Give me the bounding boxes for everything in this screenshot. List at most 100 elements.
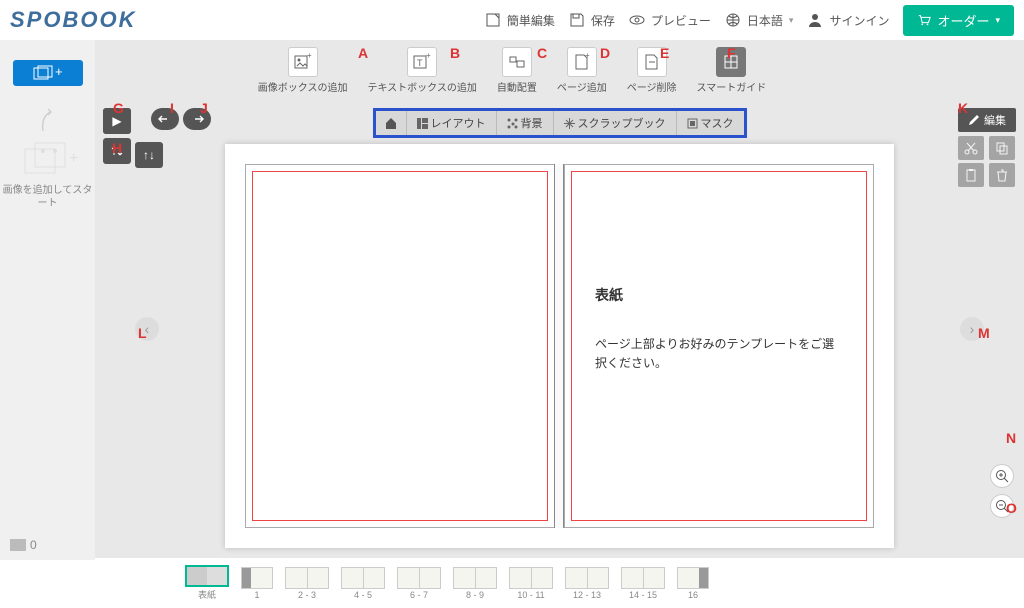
- main-toolbar: + 画像ボックスの追加 T+ テキストボックスの追加 自動配置 + ページ追加 …: [0, 40, 1024, 100]
- image-icon: [10, 539, 26, 551]
- preview-button[interactable]: プレビュー: [629, 12, 711, 29]
- tab-background[interactable]: 背景: [497, 111, 554, 135]
- page-thumbnails: 表紙 1 2 - 3 4 - 5 6 - 7 8 - 9 10 - 11 12 …: [95, 558, 1024, 608]
- eye-icon: [629, 12, 645, 28]
- globe-icon: [725, 12, 741, 28]
- annotation-D: D: [600, 45, 610, 61]
- thumb-1[interactable]: 1: [241, 567, 273, 600]
- home-icon: [384, 116, 398, 130]
- logo: SPOBOOK: [10, 7, 136, 33]
- zoom-in-button[interactable]: [990, 464, 1014, 488]
- thumb-12-13[interactable]: 12 - 13: [565, 567, 609, 600]
- save-button[interactable]: 保存: [569, 12, 615, 29]
- annotation-I: I: [170, 100, 174, 116]
- annotation-O: O: [1006, 500, 1017, 516]
- chevron-down-icon: ▾: [789, 15, 794, 26]
- swap-button[interactable]: ↑↓: [135, 142, 163, 168]
- curved-arrow-icon: [33, 106, 63, 136]
- tab-scrapbook[interactable]: スクラップブック: [554, 111, 677, 135]
- cover-title: 表紙: [595, 285, 843, 305]
- language-selector[interactable]: 日本語 ▾: [725, 12, 794, 29]
- thumb-16[interactable]: 16: [677, 567, 709, 600]
- cut-button[interactable]: [958, 136, 984, 160]
- page-canvas[interactable]: 表紙 ページ上部よりお好みのテンプレートをご選択ください。: [225, 144, 894, 548]
- left-page[interactable]: [245, 164, 554, 528]
- tool-label: 自動配置: [497, 79, 537, 94]
- thumb-cover[interactable]: 表紙: [185, 565, 229, 601]
- thumb-6-7[interactable]: 6 - 7: [397, 567, 441, 600]
- image-plus-icon: +: [294, 53, 312, 71]
- layout-icon: [417, 118, 428, 129]
- annotation-G: G: [113, 100, 124, 116]
- tab-home[interactable]: [376, 111, 407, 135]
- thumb-10-11[interactable]: 10 - 11: [509, 567, 553, 600]
- page-plus-icon: +: [573, 53, 591, 71]
- undo-button[interactable]: [151, 108, 179, 130]
- thumb-label: 表紙: [198, 588, 216, 601]
- zoom-in-icon: [995, 469, 1009, 483]
- paste-button[interactable]: [958, 163, 984, 187]
- tab-label: スクラップブック: [578, 115, 666, 131]
- edit-box-icon: [485, 12, 501, 28]
- thumb-label: 1: [254, 590, 259, 600]
- image-placeholder: +: [23, 141, 73, 176]
- add-image-button[interactable]: +: [13, 60, 83, 86]
- delete-button[interactable]: [989, 163, 1015, 187]
- save-label: 保存: [591, 12, 615, 29]
- annotation-M: M: [978, 325, 990, 341]
- thumb-8-9[interactable]: 8 - 9: [453, 567, 497, 600]
- header-bar: SPOBOOK 簡単編集 保存 プレビュー 日本語 ▾ サインイン オーダー ▾: [0, 0, 1024, 40]
- order-label: オーダー: [937, 11, 989, 30]
- annotation-E: E: [660, 45, 669, 61]
- thumb-14-15[interactable]: 14 - 15: [621, 567, 665, 600]
- cart-icon: [917, 13, 931, 27]
- annotation-F: F: [727, 45, 736, 61]
- thumb-label: 10 - 11: [517, 590, 544, 600]
- annotation-H: H: [112, 140, 122, 156]
- tab-label: 背景: [521, 115, 543, 131]
- tab-label: マスク: [701, 115, 734, 131]
- annotation-L: L: [138, 325, 147, 341]
- annotation-A: A: [358, 45, 368, 61]
- add-text-box-button[interactable]: T+ テキストボックスの追加: [367, 47, 476, 94]
- annotation-K: K: [958, 100, 968, 116]
- right-page[interactable]: 表紙 ページ上部よりお好みのテンプレートをご選択ください。: [564, 164, 874, 528]
- order-button[interactable]: オーダー ▾: [903, 5, 1014, 36]
- auto-layout-button[interactable]: 自動配置: [497, 47, 537, 94]
- thumb-label: 16: [688, 590, 698, 600]
- tab-label: レイアウト: [431, 115, 486, 131]
- image-prompt-text: 画像を追加してスタート: [0, 184, 95, 210]
- thumb-4-5[interactable]: 4 - 5: [341, 567, 385, 600]
- spine: [554, 164, 564, 528]
- easy-edit-button[interactable]: 簡単編集: [485, 12, 555, 29]
- add-image-box-button[interactable]: + 画像ボックスの追加: [258, 47, 348, 94]
- user-icon: [807, 12, 823, 28]
- cover-description: ページ上部よりお好みのテンプレートをご選択ください。: [595, 335, 843, 373]
- auto-layout-icon: [508, 53, 526, 71]
- thumb-2-3[interactable]: 2 - 3: [285, 567, 329, 600]
- tab-layout[interactable]: レイアウト: [407, 111, 497, 135]
- copy-button[interactable]: [989, 136, 1015, 160]
- tab-mask[interactable]: マスク: [677, 111, 744, 135]
- thumb-label: 14 - 15: [629, 590, 657, 600]
- annotation-N: N: [1006, 430, 1016, 446]
- trash-icon: [995, 168, 1009, 182]
- image-count: 0: [10, 538, 37, 552]
- tool-label: スマートガイド: [697, 79, 767, 94]
- easy-edit-label: 簡単編集: [507, 12, 555, 29]
- chevron-down-icon: ▾: [995, 15, 1000, 26]
- tool-label: 画像ボックスの追加: [258, 79, 348, 94]
- annotation-B: B: [450, 45, 460, 61]
- annotation-C: C: [537, 45, 547, 61]
- sparkle-icon: [564, 118, 575, 129]
- signin-button[interactable]: サインイン: [807, 12, 889, 29]
- svg-text:+: +: [585, 53, 590, 60]
- edit-tools-panel: 編集: [958, 108, 1016, 187]
- pencil-icon: [968, 114, 980, 126]
- thumb-label: 12 - 13: [573, 590, 601, 600]
- image-library-panel: + + 画像を追加してスタート 0: [0, 40, 95, 560]
- editor-stage: ▶ ↑↓ ▶ レイアウト 背景 スクラップブック マスク 編集: [95, 100, 1024, 558]
- preview-label: プレビュー: [651, 12, 711, 29]
- svg-text:+: +: [55, 65, 63, 79]
- svg-text:+: +: [307, 53, 312, 60]
